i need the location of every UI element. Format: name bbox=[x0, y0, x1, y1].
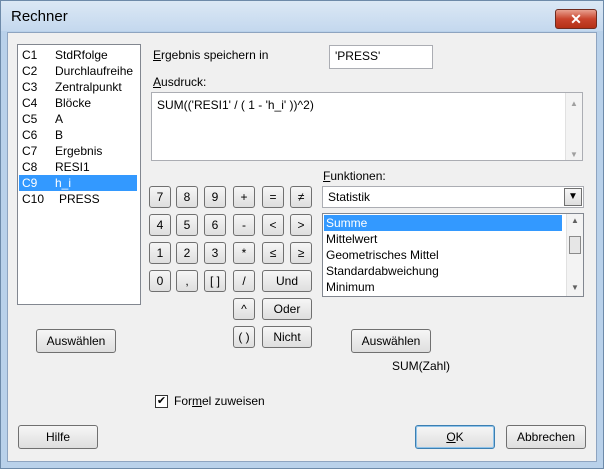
column-id: C3 bbox=[22, 80, 38, 94]
store-result-label: Ergebnis speichern in bbox=[153, 48, 269, 62]
column-item[interactable]: C3 Zentralpunkt bbox=[19, 79, 137, 95]
column-name: h_i bbox=[55, 176, 72, 190]
functions-category-select[interactable]: Statistik ▼ bbox=[322, 186, 584, 208]
column-name: PRESS bbox=[59, 192, 100, 206]
column-item[interactable]: C10 PRESS bbox=[19, 191, 137, 207]
column-name: Blöcke bbox=[55, 96, 92, 110]
operator-key[interactable]: * bbox=[233, 242, 255, 264]
function-item[interactable]: Minimum bbox=[324, 279, 562, 295]
select-column-button[interactable]: Auswählen bbox=[36, 329, 116, 353]
keypad-key[interactable]: , bbox=[176, 270, 198, 292]
logic-key[interactable]: Und bbox=[262, 270, 312, 292]
column-item[interactable]: C1 StdRfolge bbox=[19, 47, 137, 63]
column-item[interactable]: C7 Ergebnis bbox=[19, 143, 137, 159]
keypad-key[interactable]: [ ] bbox=[204, 270, 226, 292]
function-item[interactable]: Geometrisches Mittel bbox=[324, 247, 562, 263]
operator-key[interactable]: / bbox=[233, 270, 255, 292]
functions-scrollbar[interactable]: ▲ ▼ bbox=[566, 214, 583, 296]
function-item[interactable]: Mittelwert bbox=[324, 231, 562, 247]
help-button[interactable]: Hilfe bbox=[18, 425, 98, 449]
keypad-key[interactable]: 9 bbox=[204, 186, 226, 208]
calculator-dialog: Rechner ✕ C1 StdRfolge C2 Durchlaufreihe C3 Z… bbox=[0, 0, 604, 469]
expression-textarea[interactable]: SUM(('RESI1' / ( 1 - 'h_i' ))^2) ▲ ▼ bbox=[151, 92, 583, 161]
compare-key[interactable]: > bbox=[290, 214, 312, 236]
column-item[interactable]: C5 A bbox=[19, 111, 137, 127]
logic-key[interactable]: Oder bbox=[262, 298, 312, 320]
column-id: C7 bbox=[22, 144, 38, 158]
dialog-client-area: C1 StdRfolge C2 Durchlaufreihe C3 Zentralpunk… bbox=[7, 32, 597, 462]
column-id: C10 bbox=[22, 192, 45, 206]
functions-listbox[interactable]: Summe Mittelwert Geometrisches Mittel Stand… bbox=[322, 213, 584, 297]
column-item[interactable]: C4 Blöcke bbox=[19, 95, 137, 111]
compare-key[interactable]: ≤ bbox=[262, 242, 284, 264]
compare-key[interactable]: = bbox=[262, 186, 284, 208]
column-item[interactable]: C9 h_i bbox=[19, 175, 137, 191]
column-name: RESI1 bbox=[55, 160, 90, 174]
keypad-key[interactable]: 8 bbox=[176, 186, 198, 208]
column-name: Zentralpunkt bbox=[55, 80, 122, 94]
operator-key[interactable]: ( ) bbox=[233, 326, 255, 348]
column-item[interactable]: C8 RESI1 bbox=[19, 159, 137, 175]
assign-formula-checkbox[interactable]: ✔ bbox=[155, 395, 168, 408]
column-listbox[interactable]: C1 StdRfolge C2 Durchlaufreihe C3 Zentralpunk… bbox=[17, 44, 141, 305]
expression-scrollbar[interactable]: ▲ ▼ bbox=[565, 93, 582, 160]
scroll-up-icon[interactable]: ▲ bbox=[571, 216, 579, 225]
title-bar[interactable]: Rechner ✕ bbox=[1, 1, 603, 31]
expression-label: Ausdruck: bbox=[153, 75, 207, 89]
chevron-down-icon[interactable]: ▼ bbox=[564, 188, 582, 206]
column-name: B bbox=[55, 128, 64, 142]
cancel-button[interactable]: Abbrechen bbox=[506, 425, 586, 449]
function-item[interactable]: Standardabweichung bbox=[324, 263, 562, 279]
assign-formula-label[interactable]: Formel zuweisen bbox=[174, 394, 265, 408]
column-id: C2 bbox=[22, 64, 38, 78]
keypad-key[interactable]: 5 bbox=[176, 214, 198, 236]
compare-key[interactable]: < bbox=[262, 214, 284, 236]
operator-key[interactable]: + bbox=[233, 186, 255, 208]
compare-key[interactable]: ≠ bbox=[290, 186, 312, 208]
column-name: StdRfolge bbox=[55, 48, 108, 62]
column-item[interactable]: C2 Durchlaufreihe bbox=[19, 63, 137, 79]
logic-key[interactable]: Nicht bbox=[262, 326, 312, 348]
operator-key[interactable]: - bbox=[233, 214, 255, 236]
column-id: C4 bbox=[22, 96, 38, 110]
select-function-button[interactable]: Auswählen bbox=[351, 329, 431, 353]
store-result-input[interactable]: 'PRESS' bbox=[329, 45, 433, 69]
scroll-down-icon[interactable]: ▼ bbox=[571, 283, 579, 292]
functions-category-value: Statistik bbox=[328, 190, 371, 204]
keypad-key[interactable]: 6 bbox=[204, 214, 226, 236]
keypad-key[interactable]: 1 bbox=[149, 242, 171, 264]
keypad-key[interactable]: 4 bbox=[149, 214, 171, 236]
function-item[interactable]: Summe bbox=[324, 215, 562, 231]
scroll-down-icon[interactable]: ▼ bbox=[570, 147, 578, 163]
functions-label: Funktionen: bbox=[323, 169, 386, 183]
scroll-up-icon[interactable]: ▲ bbox=[570, 96, 578, 112]
column-id: C5 bbox=[22, 112, 38, 126]
function-syntax: SUM(Zahl) bbox=[392, 359, 451, 373]
compare-key[interactable]: ≥ bbox=[290, 242, 312, 264]
column-item[interactable]: C6 B bbox=[19, 127, 137, 143]
column-name: Ergebnis bbox=[55, 144, 103, 158]
close-button[interactable]: ✕ bbox=[555, 9, 597, 29]
column-id: C9 bbox=[22, 176, 38, 190]
column-id: C6 bbox=[22, 128, 38, 142]
expression-text: SUM(('RESI1' / ( 1 - 'h_i' ))^2) bbox=[157, 98, 314, 112]
keypad-key[interactable]: 7 bbox=[149, 186, 171, 208]
ok-button[interactable]: OK bbox=[415, 425, 495, 449]
keypad-key[interactable]: 3 bbox=[204, 242, 226, 264]
column-name: A bbox=[55, 112, 64, 126]
window-title: Rechner bbox=[11, 8, 68, 25]
column-id: C8 bbox=[22, 160, 38, 174]
keypad-key[interactable]: 2 bbox=[176, 242, 198, 264]
scroll-thumb[interactable] bbox=[569, 236, 581, 254]
operator-key[interactable]: ^ bbox=[233, 298, 255, 320]
column-id: C1 bbox=[22, 48, 38, 62]
keypad-key[interactable]: 0 bbox=[149, 270, 171, 292]
column-name: Durchlaufreihe bbox=[55, 64, 134, 78]
